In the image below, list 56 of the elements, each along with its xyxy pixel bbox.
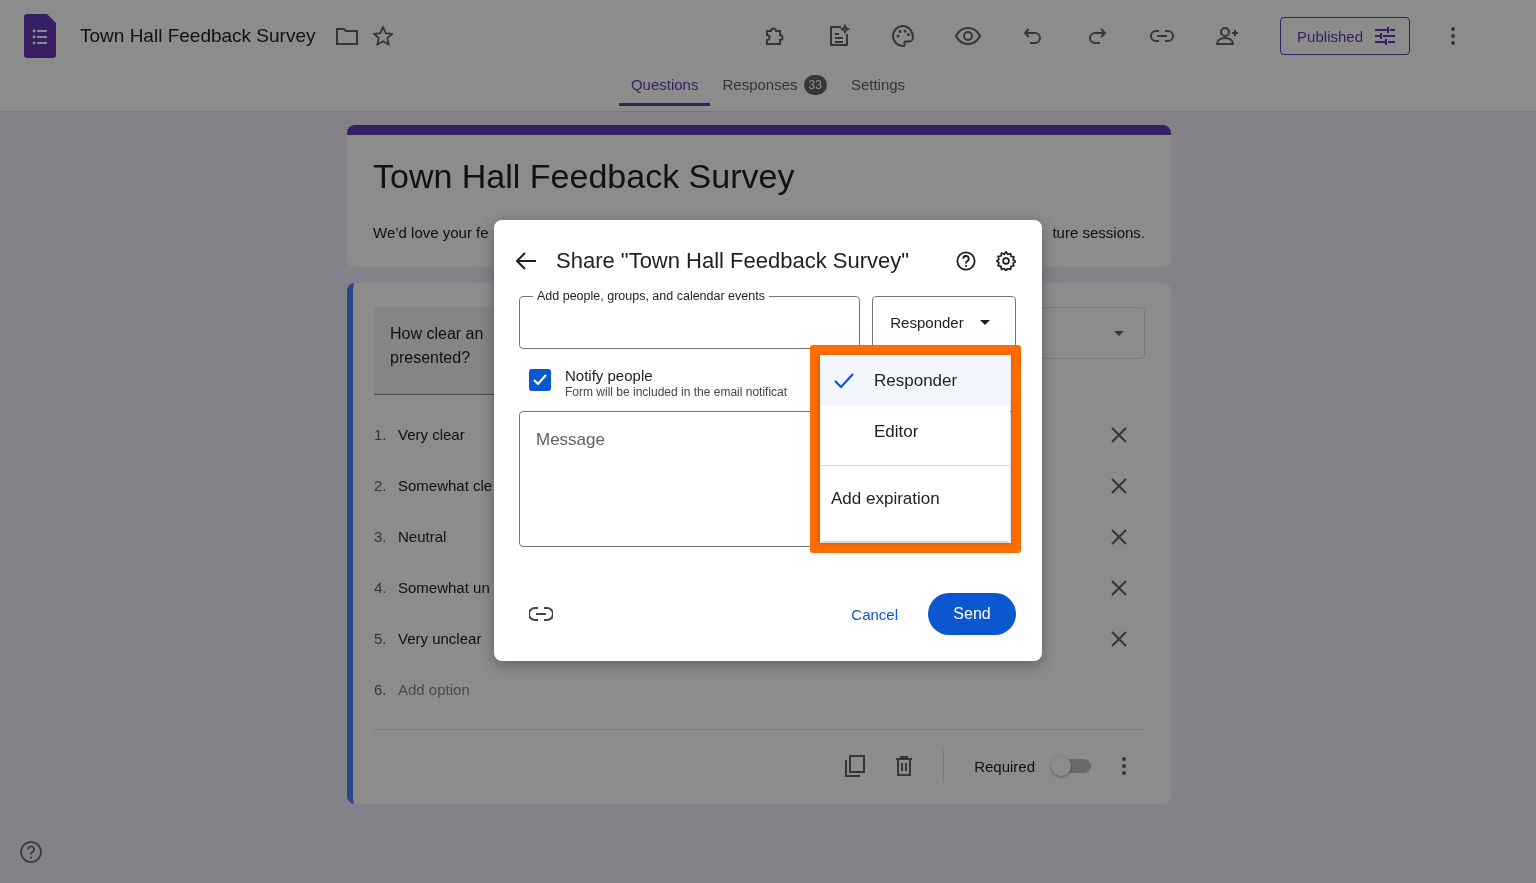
close-icon[interactable] (1111, 477, 1127, 494)
response-count-badge: 33 (803, 74, 827, 95)
option-number: 6. (374, 681, 388, 698)
close-icon[interactable] (1111, 426, 1127, 443)
checkmark-icon (834, 372, 854, 389)
option-number: 5. (374, 630, 388, 647)
form-heading: Town Hall Feedback Survey (373, 157, 796, 196)
required-toggle[interactable] (1053, 759, 1091, 773)
dialog-title: Share "Town Hall Feedback Survey" (556, 248, 910, 274)
option-number: 4. (374, 579, 388, 596)
document-sparkle-icon[interactable] (827, 24, 852, 48)
tab[interactable]: Settings (838, 66, 918, 106)
help-icon[interactable] (956, 251, 976, 271)
folder-icon[interactable] (335, 27, 358, 45)
back-arrow-icon[interactable] (516, 252, 536, 270)
option-label: Neutral (398, 528, 447, 545)
eye-icon[interactable] (955, 24, 982, 48)
tab[interactable]: Responses 33 (710, 66, 839, 106)
required-label: Required (974, 757, 1035, 775)
notify-hint: Form will be included in the email notificat (565, 385, 788, 399)
send-button[interactable]: Send (928, 593, 1016, 635)
option-number: 2. (374, 477, 388, 494)
palette-icon[interactable] (891, 24, 916, 48)
option-label: Very clear (398, 426, 465, 443)
option-number: 3. (374, 528, 388, 545)
sliders-icon (1375, 27, 1395, 45)
checkmark-icon (533, 374, 547, 386)
published-button[interactable]: Published (1280, 17, 1410, 55)
close-icon[interactable] (1111, 528, 1127, 545)
close-icon[interactable] (1111, 579, 1127, 596)
add-expiration-item[interactable]: Add expiration (820, 466, 1010, 532)
star-icon[interactable] (371, 25, 394, 47)
settings-icon[interactable] (996, 251, 1016, 271)
add-people-field[interactable]: Add people, groups, and calendar events (519, 288, 861, 349)
role-menu-item[interactable]: Responder (820, 355, 1010, 406)
cancel-button[interactable]: Cancel (851, 597, 898, 631)
tab[interactable]: Questions (618, 66, 711, 106)
link-icon[interactable] (529, 607, 553, 621)
form-document-icon[interactable] (24, 14, 56, 58)
form-description: We’d love your fe (373, 224, 489, 241)
trash-icon[interactable] (895, 756, 914, 776)
notify-label: Notify people (565, 367, 654, 384)
option-number: 1. (374, 426, 388, 443)
field-label: Add people, groups, and calendar events (533, 288, 769, 304)
more-options-icon[interactable] (1121, 756, 1127, 776)
option-label: Somewhat cle (398, 477, 493, 494)
form-title[interactable]: Town Hall Feedback Survey (80, 25, 316, 47)
close-icon[interactable] (1111, 630, 1127, 647)
option-label: Somewhat un (398, 579, 490, 596)
copy-icon[interactable] (845, 755, 866, 777)
notify-checkbox[interactable] (529, 369, 551, 391)
option-label: Very unclear (398, 630, 482, 647)
caret-icon (979, 320, 990, 325)
more-options-icon[interactable] (1450, 26, 1456, 46)
caret-icon (1114, 330, 1124, 336)
form-description: ture sessions. (1052, 224, 1145, 241)
